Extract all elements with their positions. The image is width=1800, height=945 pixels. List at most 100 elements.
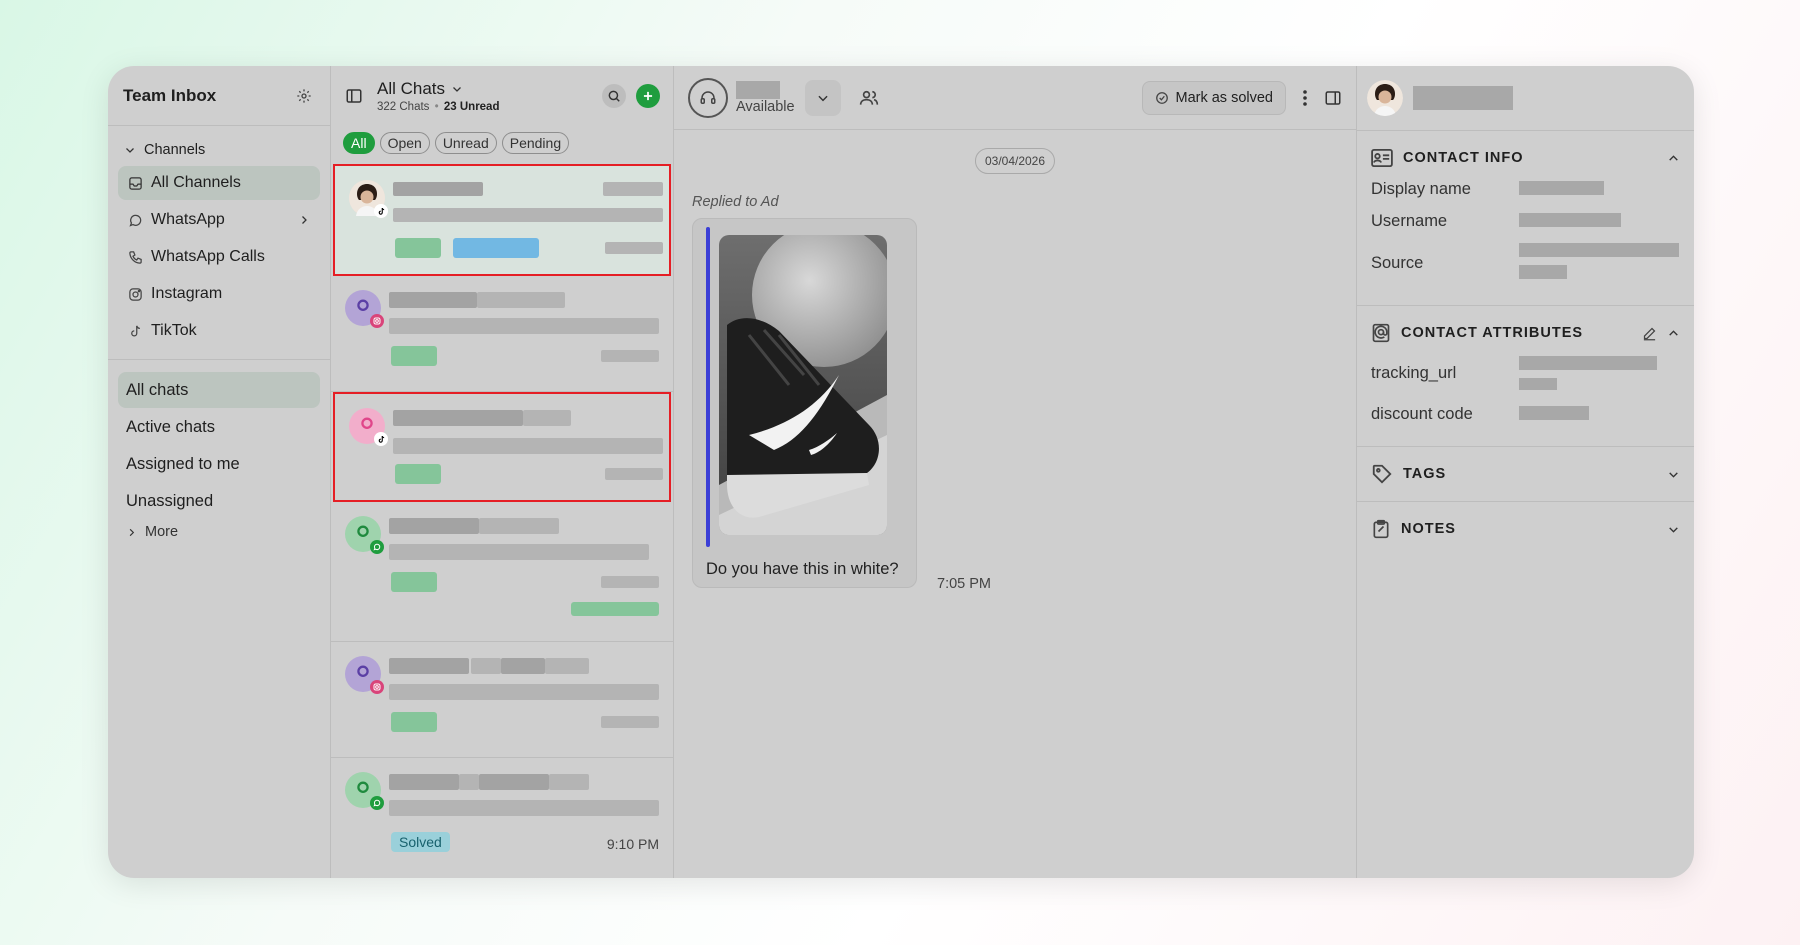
sidebar-item-all-channels[interactable]: All Channels [118, 166, 320, 200]
contact-info-section: CONTACT INFO Display name Username Sourc… [1357, 130, 1694, 305]
contact-attributes-title: CONTACT ATTRIBUTES [1401, 325, 1584, 341]
contact-attributes-header[interactable]: CONTACT ATTRIBUTES [1371, 318, 1680, 348]
agent-info: Available [736, 80, 795, 115]
redacted-meta [601, 716, 659, 728]
contact-avatar [349, 408, 388, 446]
avatar [1367, 80, 1403, 116]
redacted-name [393, 410, 523, 426]
instagram-icon [370, 680, 384, 694]
redacted-name [389, 774, 459, 790]
sidebar-toggle-icon[interactable] [345, 87, 363, 105]
redacted-name [545, 658, 589, 674]
sidebar-item-instagram[interactable]: Instagram [118, 277, 320, 311]
chat-filters: All Open Unread Pending [331, 126, 673, 164]
conversation-panel: Available Mark as solved 03/04/2026 Repl… [674, 66, 1357, 878]
redacted-name [477, 292, 565, 308]
redacted-preview [389, 318, 659, 334]
more-options-icon[interactable] [1302, 89, 1308, 107]
tiktok-icon [128, 324, 143, 339]
message-text: Do you have this in white? [706, 560, 899, 578]
chat-list-title: All Chats [377, 79, 446, 98]
sidebar-item-assigned-to-me[interactable]: Assigned to me [118, 446, 320, 482]
chat-list: All Chats 322 Chats • 23 Unread All Open… [331, 66, 674, 878]
users-icon [859, 88, 879, 108]
chevron-down-icon [451, 83, 463, 95]
sidebar: Team Inbox Channels All Channels WhatsAp… [108, 66, 331, 878]
chat-list-item[interactable] [331, 502, 673, 642]
display-name-label: Display name [1371, 179, 1471, 198]
redacted-value [1519, 243, 1679, 257]
notes-section: NOTES [1357, 501, 1694, 556]
chat-list-item[interactable] [333, 392, 671, 502]
agent-status-toggle[interactable] [688, 77, 728, 118]
redacted-preview [393, 208, 663, 222]
redacted-label [395, 238, 441, 258]
plus-icon [641, 89, 655, 103]
sidebar-item-label: Active chats [126, 417, 215, 436]
redacted-meta [601, 350, 659, 362]
sidebar-item-all-chats[interactable]: All chats [118, 372, 320, 408]
sidebar-item-whatsapp-calls[interactable]: WhatsApp Calls [118, 240, 320, 274]
mark-as-solved-label: Mark as solved [1175, 89, 1273, 106]
sidebar-item-active-chats[interactable]: Active chats [118, 409, 320, 445]
chat-list-item[interactable] [331, 276, 673, 392]
tags-header[interactable]: TAGS [1371, 459, 1680, 489]
panel-toggle-icon[interactable] [1324, 89, 1342, 107]
conversation-header: Available Mark as solved [674, 66, 1356, 130]
whatsapp-icon [128, 213, 143, 228]
contact-info-row: Display name [1371, 173, 1680, 205]
check-circle-icon [1155, 91, 1169, 105]
discount-code-label: discount code [1371, 404, 1473, 423]
chat-list-item[interactable] [333, 164, 671, 276]
chat-time: 9:10 PM [606, 836, 659, 852]
sidebar-item-label: WhatsApp Calls [151, 248, 265, 265]
sidebar-item-label: Assigned to me [126, 454, 240, 473]
contact-info-header[interactable]: CONTACT INFO [1371, 143, 1680, 173]
chevron-right-icon [298, 214, 310, 226]
redacted-meta [605, 468, 663, 480]
redacted-name [389, 292, 477, 308]
redacted-value [1519, 406, 1589, 420]
ad-reply-indicator [706, 227, 710, 547]
chat-list-item[interactable] [331, 642, 673, 758]
redacted-name [471, 658, 501, 674]
sidebar-item-label: Instagram [151, 285, 223, 302]
contact-avatar [349, 180, 388, 218]
chevron-down-icon [124, 144, 136, 156]
redacted-contact-name [1413, 86, 1513, 110]
ad-image[interactable] [719, 235, 887, 535]
settings-gear-icon[interactable] [296, 88, 312, 104]
redacted-label [395, 464, 441, 484]
contact-info-row: Username [1371, 205, 1680, 237]
sidebar-item-whatsapp[interactable]: WhatsApp [118, 203, 320, 237]
assign-button[interactable] [851, 80, 887, 116]
sidebar-item-label: TikTok [151, 322, 197, 339]
filter-open[interactable]: Open [379, 132, 430, 154]
date-separator: 03/04/2026 [974, 148, 1056, 174]
sidebar-item-tiktok[interactable]: TikTok [118, 314, 320, 348]
chat-list-title-wrap: All Chats 322 Chats • 23 Unread [377, 79, 499, 113]
chat-list-item[interactable]: Solved 9:10 PM [331, 758, 673, 874]
views-section: All chats Active chats Assigned to me Un… [108, 360, 330, 556]
chevron-right-icon [126, 527, 137, 538]
redacted-preview [389, 800, 659, 816]
source-label: Source [1371, 253, 1424, 272]
filter-pending[interactable]: Pending [501, 132, 570, 154]
chat-list-title-dropdown[interactable]: All Chats [377, 79, 499, 99]
agent-status-dropdown[interactable] [804, 79, 841, 116]
contact-info-title: CONTACT INFO [1403, 150, 1524, 166]
edit-pencil-icon[interactable] [1642, 326, 1657, 341]
filter-all[interactable]: All [343, 132, 375, 154]
channels-toggle[interactable]: Channels [118, 136, 320, 166]
more-toggle[interactable]: More [118, 520, 320, 544]
new-chat-button[interactable] [636, 84, 660, 108]
notes-header[interactable]: NOTES [1371, 514, 1680, 544]
search-button[interactable] [602, 84, 626, 108]
contact-avatar [345, 290, 384, 328]
mark-as-solved-button[interactable]: Mark as solved [1142, 80, 1286, 115]
contact-avatar [345, 772, 384, 810]
sidebar-item-unassigned[interactable]: Unassigned [118, 483, 320, 519]
team-inbox-app: Team Inbox Channels All Channels WhatsAp… [108, 66, 1694, 878]
filter-unread[interactable]: Unread [434, 132, 497, 154]
tag-icon [1371, 463, 1393, 485]
